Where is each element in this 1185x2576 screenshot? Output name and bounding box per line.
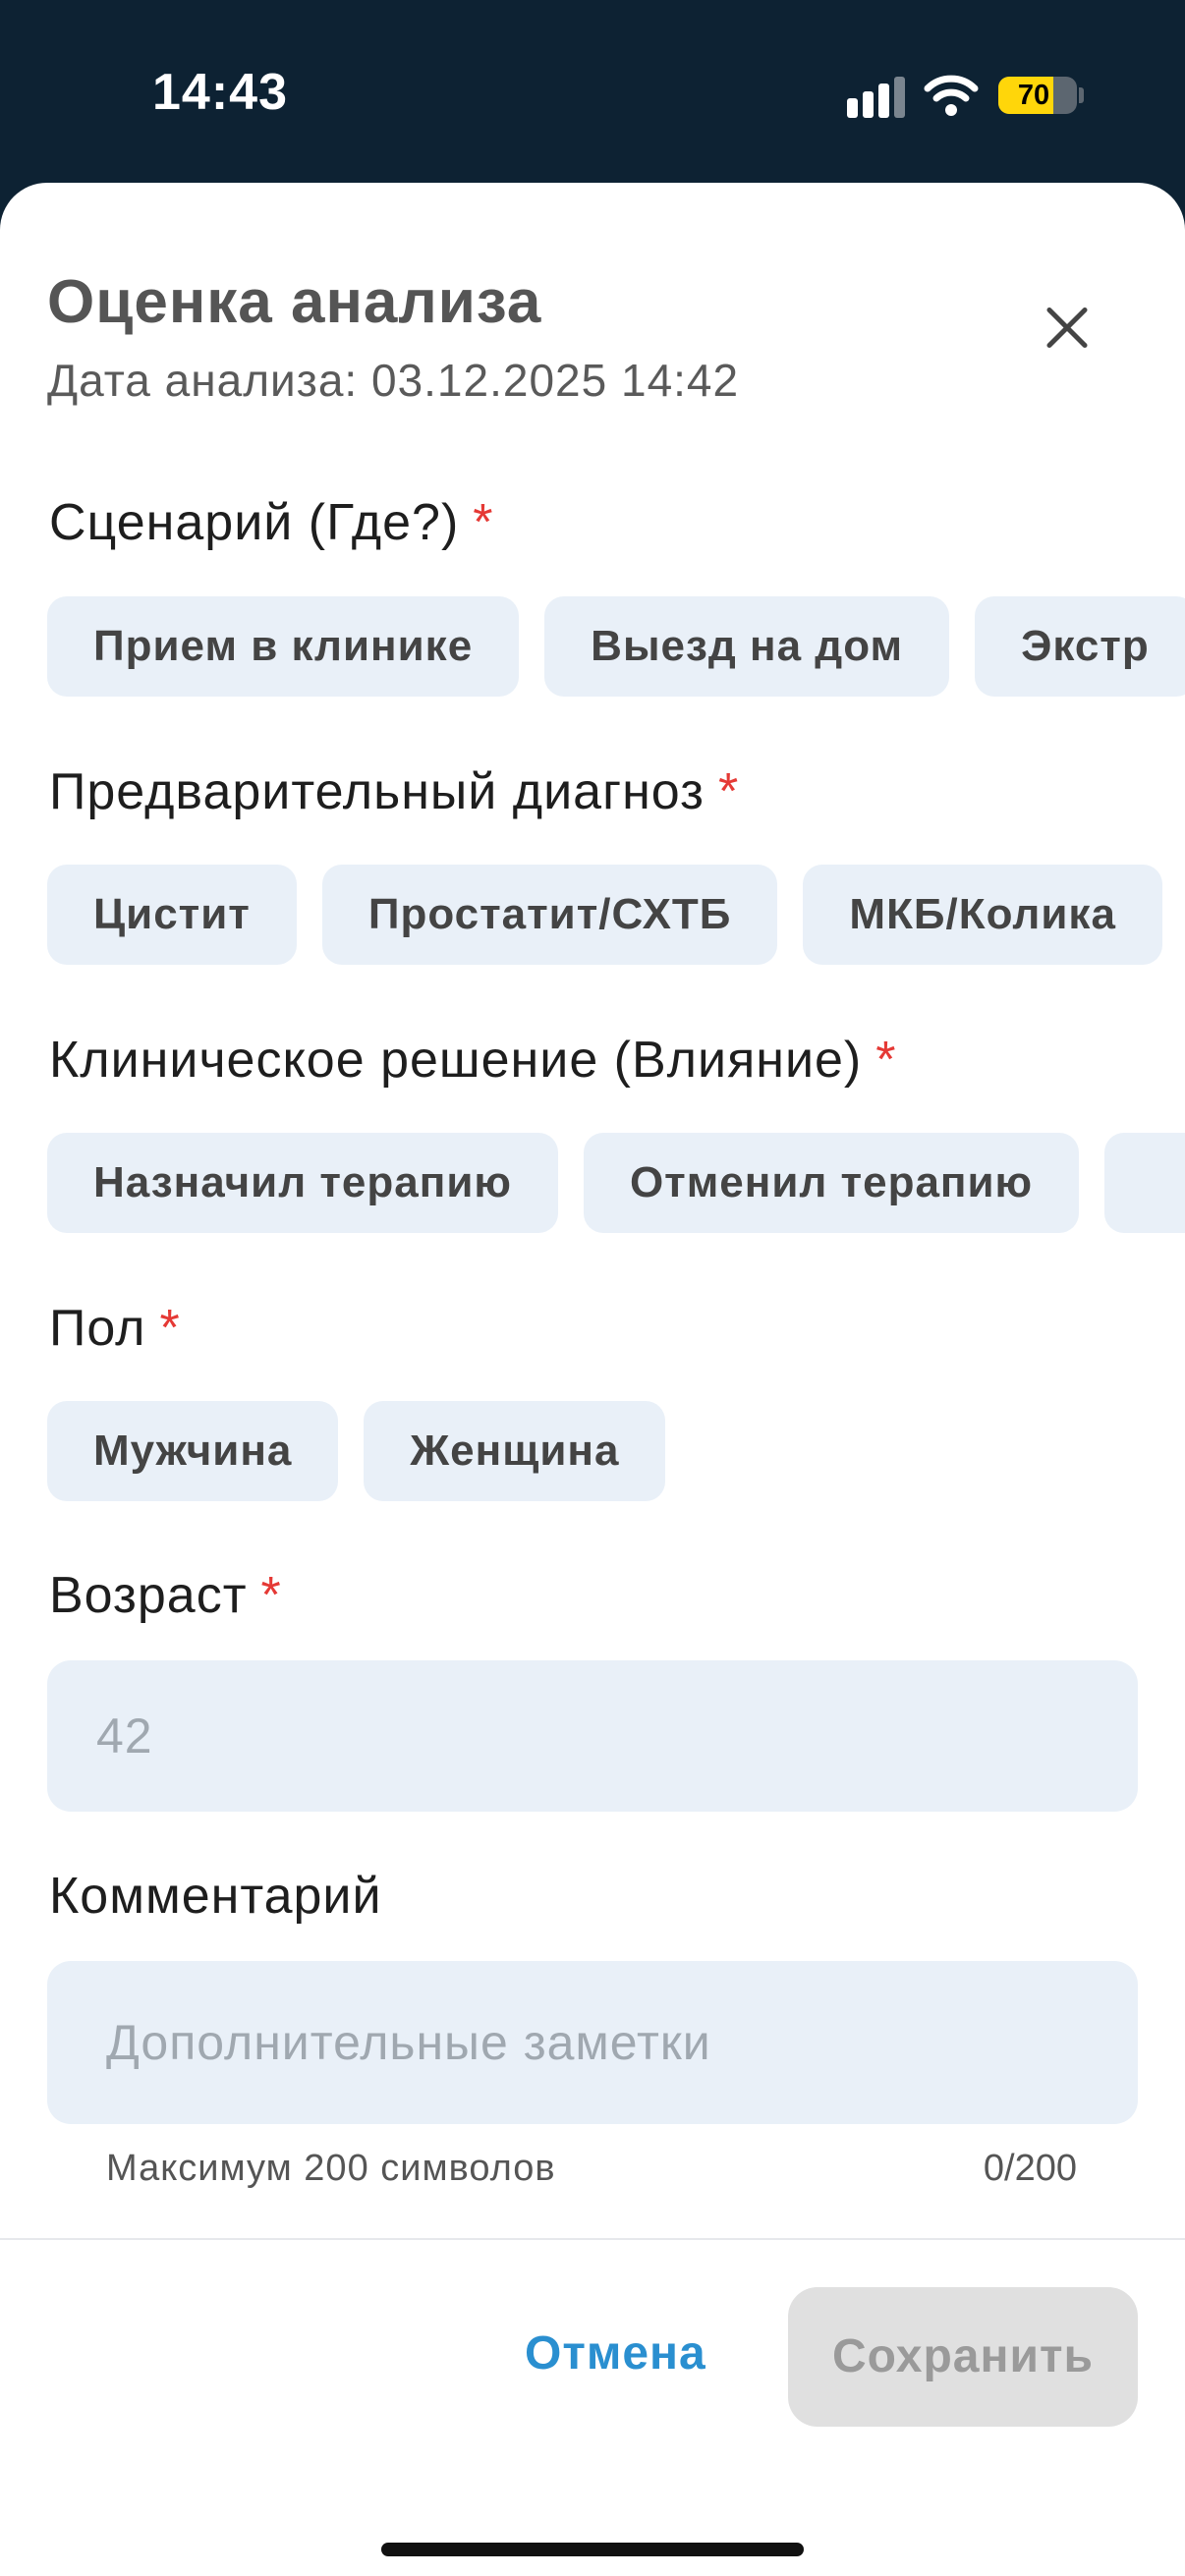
cancel-button[interactable]: Отмена [525,2326,706,2380]
comment-placeholder: Дополнительные заметки [106,2015,711,2070]
battery-percent: 70 [1017,80,1050,111]
diagnosis-label: Предварительный диагноз * [49,762,739,821]
chip-decision-more[interactable] [1104,1133,1185,1233]
chip-scenario-home-visit[interactable]: Выезд на дом [544,596,950,697]
status-time: 14:43 [152,64,288,121]
comment-input[interactable]: Дополнительные заметки [47,1961,1138,2124]
chip-decision-prescribed[interactable]: Назначил терапию [47,1133,558,1233]
diagnosis-options: Цистит Простатит/СХТБ МКБ/Колика [47,865,1162,965]
decision-label: Клиническое решение (Влияние) * [49,1031,896,1090]
decision-options: Назначил терапию Отменил терапию [47,1133,1185,1233]
analysis-date: Дата анализа: 03.12.2025 14:42 [47,355,740,406]
close-icon[interactable] [1030,291,1104,365]
comment-hint: Максимум 200 символов [106,2148,556,2189]
analysis-rating-sheet: Оценка анализа Дата анализа: 03.12.2025 … [0,183,1185,2576]
sheet-title: Оценка анализа [47,268,542,336]
chip-scenario-clinic[interactable]: Прием в клинике [47,596,520,697]
diagnosis-label-text: Предварительный диагноз [49,763,705,820]
wifi-icon [924,75,979,116]
chip-diagnosis-cystitis[interactable]: Цистит [47,865,297,965]
battery-nub [1079,87,1084,103]
required-mark: * [717,763,740,820]
age-input[interactable]: 42 [47,1660,1138,1812]
required-mark: * [875,1032,897,1089]
age-label-text: Возраст [49,1567,248,1624]
comment-label: Комментарий [49,1868,382,1925]
cellular-signal-icon [847,77,908,118]
battery-icon: 70 [998,77,1077,114]
chip-scenario-emergency[interactable]: Экстр [975,596,1185,697]
required-mark: * [260,1567,282,1624]
status-bar: 14:43 70 [0,0,1185,187]
sex-options: Мужчина Женщина [47,1401,666,1501]
decision-label-text: Клиническое решение (Влияние) [49,1032,863,1089]
sex-label: Пол * [49,1299,181,1358]
chip-sex-female[interactable]: Женщина [364,1401,666,1501]
scenario-label-text: Сценарий (Где?) [49,494,460,551]
sex-label-text: Пол [49,1300,146,1357]
comment-counter: 0/200 [983,2148,1077,2189]
chip-diagnosis-prostatitis[interactable]: Простатит/СХТБ [321,865,778,965]
chip-sex-male[interactable]: Мужчина [47,1401,339,1501]
chip-decision-cancelled[interactable]: Отменил терапию [583,1133,1080,1233]
home-indicator [381,2543,804,2556]
required-mark: * [159,1300,181,1357]
footer-divider [0,2238,1185,2240]
save-button[interactable]: Сохранить [788,2287,1138,2427]
scenario-label: Сценарий (Где?) * [49,493,494,552]
age-placeholder: 42 [96,1708,153,1764]
required-mark: * [473,494,494,551]
chip-diagnosis-kidney-stone[interactable]: МКБ/Колика [803,865,1162,965]
age-label: Возраст * [49,1566,282,1625]
scenario-options: Прием в клинике Выезд на дом Экстр [47,596,1185,697]
